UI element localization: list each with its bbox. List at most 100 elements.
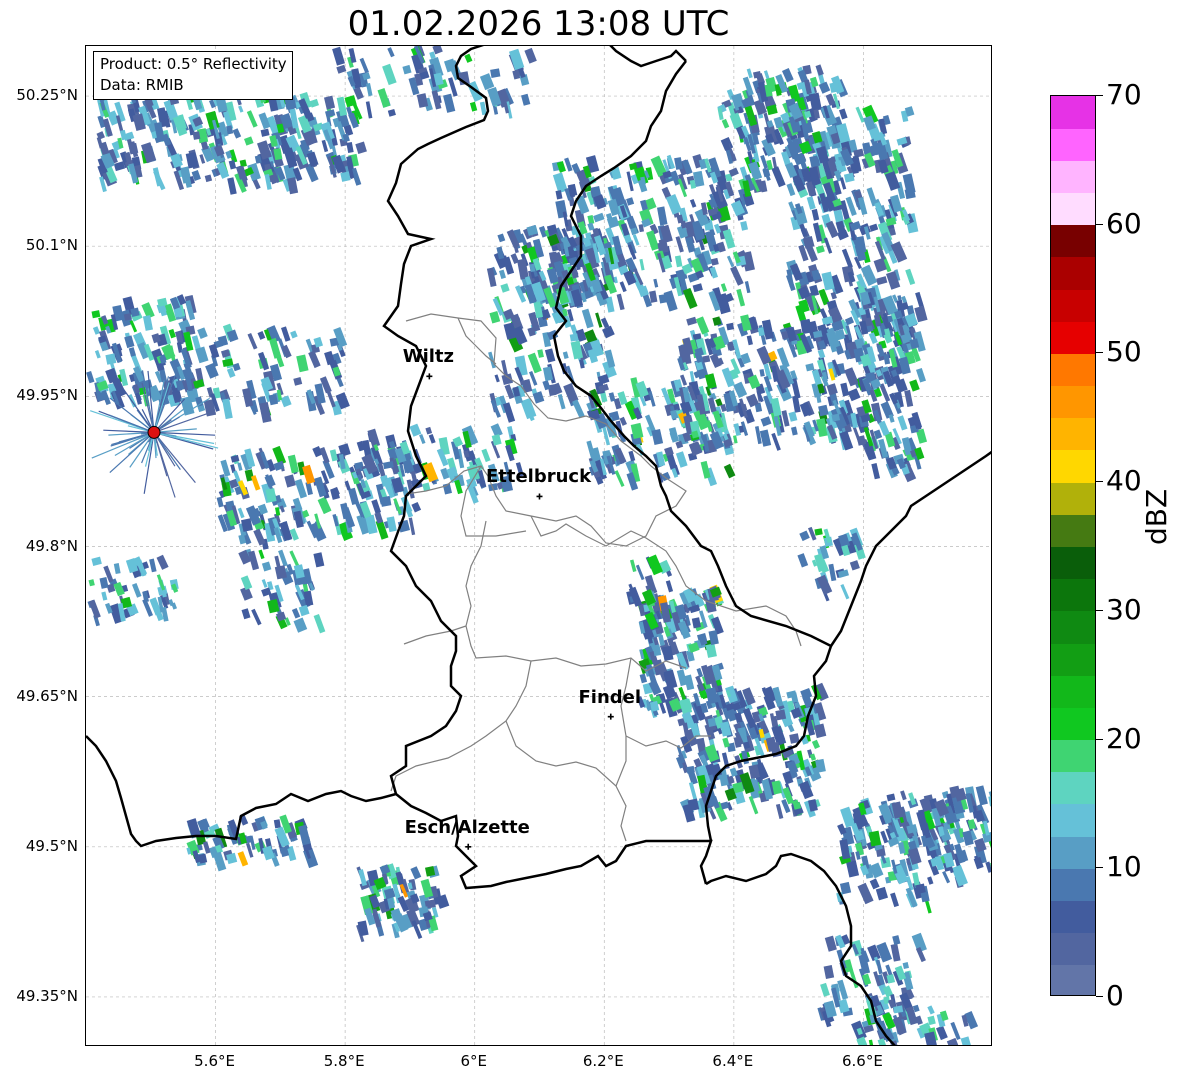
colorbar-swatch [1051,224,1095,258]
echo-pixel [646,230,660,251]
echo-pixel [317,496,332,515]
echo-pixel [705,643,717,658]
echo-pixel [247,332,258,350]
lon-tick-label: 6.2°E [582,1052,624,1070]
echo-pixel [815,64,824,76]
echo-pixel [88,579,95,587]
echo-pixel [629,559,637,572]
clutter-spoke [153,432,176,498]
echo-pixel [227,177,237,195]
lon-tick-label: 5.6°E [194,1052,235,1070]
echo-pixel [820,982,830,997]
echo-pixel [675,451,688,468]
city-marker [465,843,472,850]
echo-pixel [520,397,537,420]
echo-pixel [92,326,101,335]
echo-pixel [542,380,551,391]
echo-pixel [885,171,901,191]
echo-pixel [562,211,569,227]
city-marker [607,713,614,720]
echo-pixel [730,265,744,286]
echo-pixel [290,330,298,339]
colorbar-swatch [1051,385,1095,419]
echo-pixel [809,753,817,761]
echo-pixel [869,878,880,890]
echo-pixel [759,369,765,377]
echo-pixel [686,316,697,326]
echo-pixel [788,201,796,211]
echo-pixel [359,57,369,74]
echo-pixel [232,362,241,372]
echo-pixel [846,860,860,878]
echo-pixel [86,371,95,384]
echo-pixel [840,382,850,397]
echo-pixel [960,1036,972,1045]
echo-pixel [293,617,308,633]
colorbar-swatch [1051,417,1095,451]
echo-pixel [817,349,826,359]
lat-tick-label: 50.25°N [16,86,78,105]
echo-pixel [951,864,968,887]
echo-pixel [329,449,338,462]
echo-pixel [991,801,992,809]
echo-pixel [88,599,101,619]
echo-pixel [886,793,896,802]
echo-pixel [402,64,412,75]
echo-pixel [776,347,790,369]
echo-pixel [537,349,544,358]
echo-pixel [674,157,683,170]
echo-pixel [216,496,224,508]
colorbar [1050,95,1096,996]
colorbar-tick-label: 30 [1106,592,1142,626]
colorbar-label: dBZ [1140,488,1173,545]
radar-map[interactable] [85,45,992,1046]
echo-pixel [273,819,281,829]
echo-pixel [237,851,249,867]
echo-pixel [489,310,501,324]
echo-pixel [149,558,157,573]
echo-pixel [791,426,798,436]
echo-pixel [915,1015,923,1025]
echo-pixel [849,560,860,571]
echo-pixel [813,723,827,739]
lat-tick-label: 49.95°N [16,386,78,405]
echo-pixel [171,602,178,610]
echo-pixel [142,315,153,331]
echo-pixel [153,170,166,191]
echo-pixel [797,553,809,568]
echo-pixel [490,68,501,78]
echo-pixel [408,517,416,536]
colorbar-tick [1096,867,1103,869]
city-marker [536,493,543,500]
echo-pixel [811,208,820,221]
city-label: Esch/Alzette [404,816,530,838]
echo-pixel [259,402,272,423]
colorbar-swatch [1051,836,1095,869]
colorbar-swatch [1051,321,1095,354]
echo-pixel [500,283,510,293]
colorbar-tick [1096,352,1103,354]
echo-pixel [195,346,209,364]
echo-pixel [411,502,422,513]
colorbar-tick-label: 0 [1106,979,1124,1012]
echo-pixel [616,293,625,311]
echo-pixel [291,608,301,619]
echo-pixel [287,177,299,195]
echo-pixel [128,347,136,357]
echo-pixel [492,105,499,115]
echo-pixel [313,614,326,634]
echo-pixel [428,434,436,444]
echo-pixel [905,268,916,286]
echo-pixel [237,462,243,471]
echo-pixel [313,552,325,568]
echo-pixel [240,575,253,591]
echo-pixel [847,388,861,402]
map-title: 01.02.2026 13:08 UTC [347,4,730,44]
echo-pixel [835,220,846,234]
echo-pixel [220,459,231,477]
echo-pixel [760,416,772,427]
echo-pixel [811,739,820,750]
echo-pixel [325,109,336,118]
echo-pixel [238,105,244,113]
radar-site-marker[interactable] [147,425,161,439]
